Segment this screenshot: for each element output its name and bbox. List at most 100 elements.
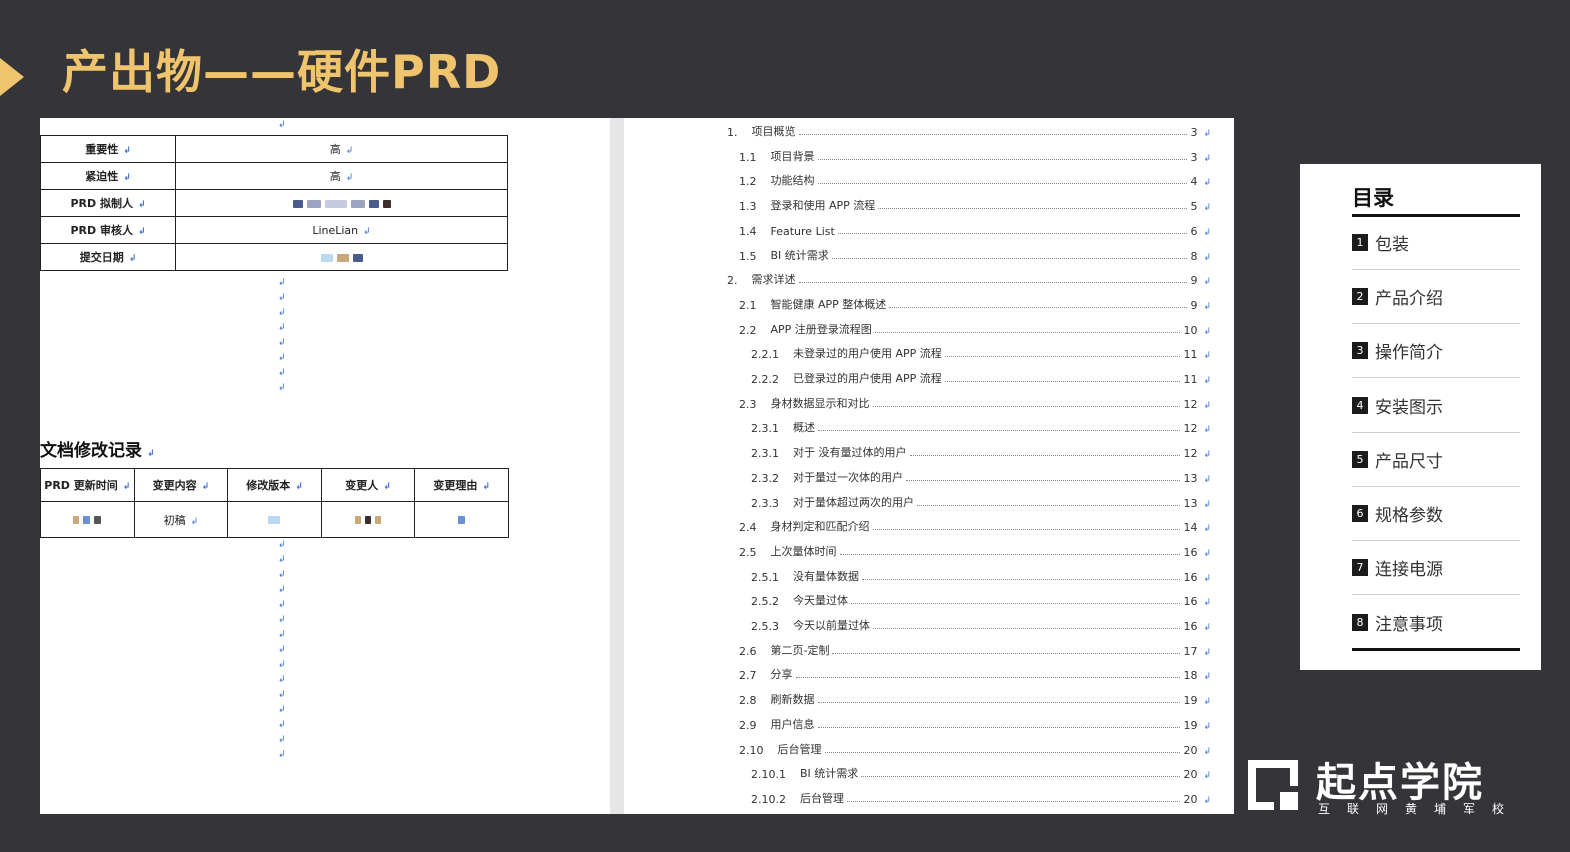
toc-title: 第二页-定制 bbox=[770, 643, 830, 657]
catalog-item[interactable]: 4 安装图示 bbox=[1352, 379, 1520, 433]
catalog-number-badge: 4 bbox=[1352, 396, 1368, 414]
toc-number: 2.7 bbox=[739, 669, 757, 683]
redacted-text bbox=[324, 199, 347, 208]
catalog-number-badge: 2 bbox=[1352, 288, 1368, 306]
paragraph-mark-icon: ↲ bbox=[1203, 548, 1211, 559]
catalog-label: 产品介绍 bbox=[1375, 289, 1443, 310]
toc-entry[interactable]: 2.2.2 已登录过的用户使用 APP 流程 11 ↲ bbox=[751, 370, 1211, 386]
toc-page-number: 9 bbox=[1190, 298, 1198, 312]
toc-entry[interactable]: 2.8 刷新数据 19 ↲ bbox=[739, 691, 1211, 707]
paragraph-mark-icon: ↲ bbox=[383, 482, 391, 492]
info-value: LineLian bbox=[312, 223, 359, 237]
toc-entry[interactable]: 2.10.2 后台管理 20 ↲ bbox=[751, 790, 1211, 806]
info-label-cell: PRD 审核人 ↲ bbox=[40, 216, 176, 244]
catalog-item[interactable]: 8 注意事项 bbox=[1352, 595, 1520, 649]
toc-number: 2.10.1 bbox=[751, 768, 786, 782]
toc-entry[interactable]: 2.10.1 BI 统计需求 20 ↲ bbox=[751, 765, 1211, 781]
toc-entry[interactable]: 2.3 身材数据显示和对比 12 ↲ bbox=[739, 395, 1211, 411]
brand-logo: 起点学院 互联网黄埔军校 bbox=[1244, 752, 1524, 822]
toc-title: 没有量体数据 bbox=[793, 569, 859, 583]
paragraph-mark-icon: ↲ bbox=[1203, 400, 1211, 411]
catalog-number-badge: 8 bbox=[1352, 613, 1368, 631]
toc-entry[interactable]: 1.4 Feature List 6 ↲ bbox=[739, 222, 1211, 238]
toc-number: 2.5.1 bbox=[751, 570, 779, 584]
catalog-item[interactable]: 3 操作简介 bbox=[1352, 324, 1520, 379]
info-value-cell-redacted bbox=[175, 189, 508, 217]
toc-entry[interactable]: 1.5 BI 统计需求 8 ↲ bbox=[739, 247, 1211, 263]
doc-info-table: 重要性 ↲ 高 ↲ 紧迫性 ↲ 高 ↲ PRD 拟制人 ↲ PRD 审核人 ↲ LineLi… bbox=[40, 135, 508, 271]
toc-title: 上次量体时间 bbox=[770, 544, 837, 558]
paragraph-mark-icon: ↲ bbox=[278, 660, 286, 670]
paragraph-mark-icon: ↲ bbox=[278, 630, 286, 640]
toc-number: 1.2 bbox=[739, 175, 757, 189]
toc-leader bbox=[798, 282, 1188, 284]
catalog-item[interactable]: 1 包装 bbox=[1352, 216, 1520, 270]
redacted-text bbox=[365, 516, 372, 524]
paragraph-mark-icon: ↲ bbox=[137, 227, 146, 237]
catalog-item[interactable]: 6 规格参数 bbox=[1352, 487, 1520, 541]
toc-title: 对于量体超过两次的用户 bbox=[793, 495, 914, 509]
paragraph-mark-icon: ↲ bbox=[1203, 721, 1211, 732]
info-value: 高 bbox=[329, 170, 341, 183]
paragraph-mark-icon: ↲ bbox=[363, 226, 371, 237]
toc-entry[interactable]: 1. 项目概览 3 ↲ bbox=[727, 123, 1211, 139]
toc-title: Feature List bbox=[770, 224, 835, 238]
toc-entry[interactable]: 1.2 功能结构 4 ↲ bbox=[739, 172, 1211, 188]
table-row: 重要性 ↲ 高 ↲ bbox=[40, 135, 508, 163]
toc-entry[interactable]: 2. 需求详述 9 ↲ bbox=[727, 271, 1211, 287]
paragraph-mark-icon: ↲ bbox=[1203, 524, 1211, 535]
toc-entry[interactable]: 1.3 登录和使用 APP 流程 5 ↲ bbox=[739, 197, 1211, 213]
toc-entry[interactable]: 2.5.2 今天量过体 16 ↲ bbox=[751, 592, 1211, 608]
catalog-item[interactable]: 2 产品介绍 bbox=[1352, 270, 1520, 325]
catalog-item[interactable]: 7 连接电源 bbox=[1352, 541, 1520, 596]
toc-leader bbox=[839, 553, 1181, 555]
toc-page-number: 9 bbox=[1190, 274, 1198, 288]
toc-entry[interactable]: 2.5.1 没有量体数据 16 ↲ bbox=[751, 568, 1211, 584]
catalog-item[interactable]: 5 产品尺寸 bbox=[1352, 433, 1520, 487]
toc-number: 2.10 bbox=[739, 743, 764, 757]
toc-entry[interactable]: 2.7 分享 18 ↲ bbox=[739, 666, 1211, 682]
toc-leader bbox=[824, 751, 1181, 753]
empty-paragraphs: ↲ ↲ ↲ ↲ ↲ ↲ ↲ ↲ bbox=[278, 278, 288, 398]
toc-entry[interactable]: 2.4 身材判定和匹配介绍 14 ↲ bbox=[739, 518, 1211, 534]
paragraph-mark-icon: ↲ bbox=[201, 482, 210, 492]
toc-entry[interactable]: 2.6 第二页-定制 17 ↲ bbox=[739, 642, 1211, 658]
toc-leader bbox=[944, 356, 1181, 358]
toc-title: 对于量过一次体的用户 bbox=[793, 470, 903, 484]
revision-cell: 初稿 ↲ bbox=[133, 501, 229, 538]
paragraph-mark-icon: ↲ bbox=[278, 383, 286, 393]
toc-entry[interactable]: 2.3.1 对于 没有量过体的用户 12 ↲ bbox=[751, 444, 1211, 460]
toc-entry[interactable]: 2.3.1 概述 12 ↲ bbox=[751, 419, 1211, 435]
paragraph-mark-icon: ↲ bbox=[1203, 598, 1211, 609]
toc-leader bbox=[798, 134, 1188, 135]
toc-entry[interactable]: 2.1 智能健康 APP 整体概述 9 ↲ bbox=[739, 296, 1211, 312]
paragraph-mark-icon: ↲ bbox=[278, 750, 286, 760]
toc-page-number: 13 bbox=[1183, 496, 1198, 510]
redacted-text bbox=[355, 516, 362, 524]
toc-page-number: 10 bbox=[1183, 323, 1198, 337]
catalog-label: 包装 bbox=[1375, 235, 1409, 255]
toc-entry[interactable]: 2.5.3 今天以前量过体 16 ↲ bbox=[751, 617, 1211, 633]
info-value-cell: 高 ↲ bbox=[175, 162, 508, 190]
toc-entry[interactable]: 2.10 后台管理 20 ↲ bbox=[739, 741, 1211, 757]
info-label-cell: 紧迫性 ↲ bbox=[40, 162, 176, 190]
toc-number: 2.8 bbox=[739, 694, 757, 708]
toc-title: 后台管理 bbox=[777, 742, 822, 756]
toc-entry[interactable]: 2.3.3 对于量体超过两次的用户 13 ↲ bbox=[751, 494, 1211, 510]
toc-entry[interactable]: 2.5 上次量体时间 16 ↲ bbox=[739, 543, 1211, 559]
toc-entry[interactable]: 2.2.1 未登录过的用户使用 APP 流程 11 ↲ bbox=[751, 345, 1211, 361]
paragraph-mark-icon: ↲ bbox=[278, 705, 286, 715]
toc-entry[interactable]: 1.1 项目背景 3 ↲ bbox=[739, 148, 1211, 164]
toc-title: 功能结构 bbox=[770, 174, 815, 188]
toc-leader bbox=[906, 479, 1181, 481]
toc-page-number: 16 bbox=[1183, 570, 1198, 584]
catalog-number-badge: 6 bbox=[1352, 505, 1368, 522]
toc-number: 2.3 bbox=[739, 397, 757, 411]
toc-page-number: 19 bbox=[1183, 718, 1198, 732]
toc-entry[interactable]: 2.3.2 对于量过一次体的用户 13 ↲ bbox=[751, 469, 1211, 485]
catalog-label: 注意事项 bbox=[1375, 614, 1443, 635]
toc-number: 1. bbox=[727, 126, 738, 139]
toc-entry[interactable]: 2.9 用户信息 19 ↲ bbox=[739, 716, 1211, 732]
paragraph-mark-icon: ↲ bbox=[295, 482, 303, 492]
toc-entry[interactable]: 2.2 APP 注册登录流程图 10 ↲ bbox=[739, 321, 1211, 337]
